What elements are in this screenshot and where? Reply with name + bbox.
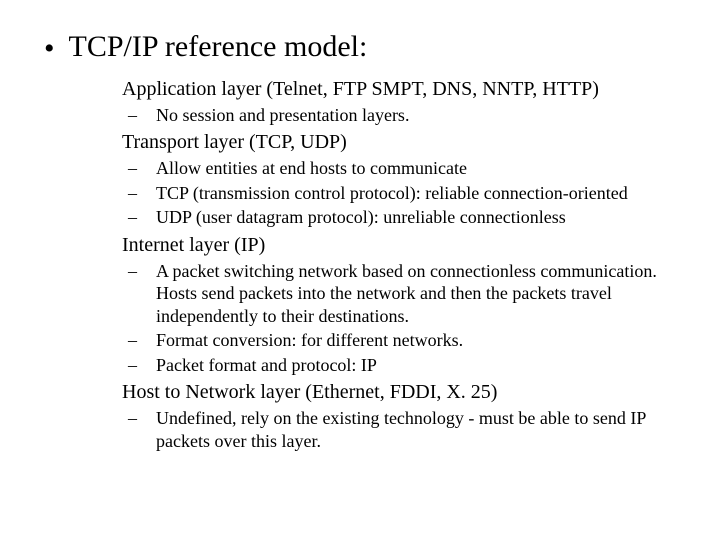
section-heading: Host to Network layer (Ethernet, FDDI, X… xyxy=(122,380,680,405)
section-application: Application layer (Telnet, FTP SMPT, DNS… xyxy=(122,77,680,127)
list-item: –Allow entities at end hosts to communic… xyxy=(122,157,680,180)
section-heading: Transport layer (TCP, UDP) xyxy=(122,130,680,155)
section-internet: Internet layer (IP) –A packet switching … xyxy=(122,233,680,377)
slide: • TCP/IP reference model: Application la… xyxy=(0,0,720,540)
section-transport: Transport layer (TCP, UDP) –Allow entiti… xyxy=(122,130,680,229)
item-text: UDP (user datagram protocol): unreliable… xyxy=(156,207,566,227)
section-heading: Application layer (Telnet, FTP SMPT, DNS… xyxy=(122,77,680,102)
list-item: –Format conversion: for different networ… xyxy=(122,329,680,352)
list-item: –UDP (user datagram protocol): unreliabl… xyxy=(122,206,680,229)
item-text: Packet format and protocol: IP xyxy=(156,355,377,375)
item-text: Undefined, rely on the existing technolo… xyxy=(156,408,646,451)
bullet-icon: • xyxy=(44,34,55,64)
title-row: • TCP/IP reference model: xyxy=(40,30,680,65)
list-item: –A packet switching network based on con… xyxy=(122,260,680,328)
item-text: No session and presentation layers. xyxy=(156,105,409,125)
item-text: Allow entities at end hosts to communica… xyxy=(156,158,467,178)
item-text: TCP (transmission control protocol): rel… xyxy=(156,183,628,203)
slide-body: Application layer (Telnet, FTP SMPT, DNS… xyxy=(40,77,680,453)
list-item: –Undefined, rely on the existing technol… xyxy=(122,407,680,452)
slide-title: TCP/IP reference model: xyxy=(69,30,368,65)
list-item: –No session and presentation layers. xyxy=(122,104,680,127)
list-item: –Packet format and protocol: IP xyxy=(122,354,680,377)
section-host-network: Host to Network layer (Ethernet, FDDI, X… xyxy=(122,380,680,452)
item-text: Format conversion: for different network… xyxy=(156,330,463,350)
section-heading: Internet layer (IP) xyxy=(122,233,680,258)
list-item: –TCP (transmission control protocol): re… xyxy=(122,182,680,205)
item-text: A packet switching network based on conn… xyxy=(156,261,657,326)
